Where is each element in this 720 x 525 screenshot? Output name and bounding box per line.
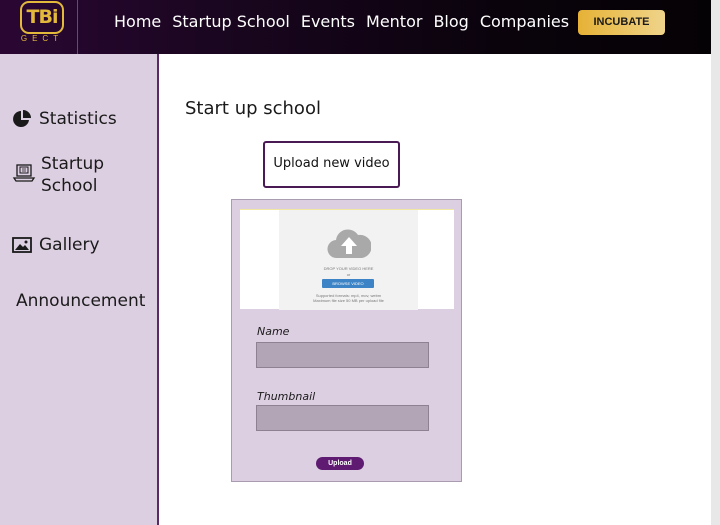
sidebar-item-label: Gallery — [39, 235, 100, 255]
upload-submit-button[interactable]: Upload — [316, 457, 364, 470]
cloud-upload-icon — [327, 229, 371, 259]
sidebar-item-announcement[interactable]: Announcement — [16, 290, 145, 312]
main-nav: Home Startup School Events Mentor Blog C… — [114, 12, 580, 31]
sidebar-item-label: Announcement — [16, 291, 146, 311]
image-icon — [12, 237, 32, 253]
logo-subtext: GECT — [20, 34, 64, 43]
page-title: Start up school — [185, 98, 321, 119]
upload-new-video-button[interactable]: Upload new video — [263, 141, 400, 188]
nav-blog[interactable]: Blog — [433, 12, 468, 31]
upload-form-card: DROP YOUR VIDEO HERE or BROWSE VIDEO Sup… — [231, 199, 462, 482]
incubate-button[interactable]: INCUBATE — [578, 10, 665, 35]
name-label: Name — [257, 325, 290, 338]
logo-mark: TBi — [20, 1, 64, 34]
scrollbar[interactable] — [711, 0, 720, 525]
sidebar: Statistics Startup School Gallery Announ… — [0, 54, 159, 525]
browse-video-button[interactable]: BROWSE VIDEO — [322, 279, 374, 288]
top-navbar: TBi GECT Home Startup School Events Ment… — [0, 0, 711, 54]
nav-events[interactable]: Events — [301, 12, 355, 31]
brand-logo[interactable]: TBi GECT — [6, 0, 78, 54]
thumbnail-input[interactable] — [256, 405, 429, 431]
nav-startup-school[interactable]: Startup School — [172, 12, 290, 31]
sidebar-item-startup-school[interactable]: Startup School — [12, 153, 104, 197]
laptop-icon — [12, 164, 36, 182]
nav-home[interactable]: Home — [114, 12, 161, 31]
pie-chart-icon — [13, 110, 31, 127]
sidebar-item-label: Statistics — [39, 109, 117, 129]
dropzone-text: DROP YOUR VIDEO HERE — [323, 266, 374, 271]
nav-mentor[interactable]: Mentor — [366, 12, 422, 31]
sidebar-item-label: Startup School — [41, 154, 105, 196]
name-input[interactable] — [256, 342, 429, 368]
sidebar-item-statistics[interactable]: Statistics — [12, 108, 117, 130]
sidebar-item-gallery[interactable]: Gallery — [12, 234, 100, 256]
nav-companies[interactable]: Companies — [480, 12, 569, 31]
dropzone-hint: Maximum file size 50 MB per upload file — [313, 298, 384, 303]
dropzone-or: or — [346, 272, 351, 277]
thumbnail-label: Thumbnail — [257, 390, 316, 403]
dropzone-area: DROP YOUR VIDEO HERE or BROWSE VIDEO Sup… — [279, 210, 418, 310]
video-dropzone[interactable]: DROP YOUR VIDEO HERE or BROWSE VIDEO Sup… — [240, 209, 454, 310]
